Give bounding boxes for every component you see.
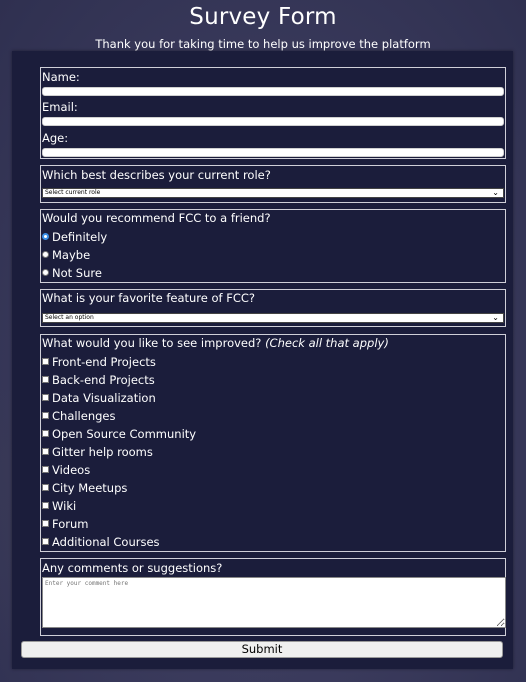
age-input[interactable] [42, 148, 504, 157]
checkbox[interactable] [42, 430, 49, 437]
name-input[interactable] [42, 87, 504, 96]
chevron-down-icon: ⌄ [492, 188, 499, 197]
recommend-option[interactable]: Not Sure [42, 265, 102, 281]
chevron-down-icon: ⌄ [492, 313, 499, 322]
checkbox[interactable] [42, 520, 49, 527]
email-input[interactable] [42, 117, 504, 126]
role-select-value: Select current role [45, 189, 101, 196]
improve-label-text: What would you like to see improved? [42, 336, 262, 350]
recommend-option[interactable]: Definitely [42, 229, 107, 245]
improve-option[interactable]: Videos [42, 462, 90, 478]
feature-group: What is your favorite feature of FCC? Se… [40, 289, 506, 327]
checkbox[interactable] [42, 502, 49, 509]
comments-label: Any comments or suggestions? [42, 561, 223, 575]
improve-option-label: Back-end Projects [52, 373, 155, 387]
role-select[interactable]: Select current role ⌄ [42, 188, 504, 198]
improve-label: What would you like to see improved? (Ch… [42, 336, 389, 350]
recommend-option-label: Not Sure [52, 266, 102, 280]
page-subtitle: Thank you for taking time to help us imp… [95, 37, 431, 51]
checkbox[interactable] [42, 412, 49, 419]
improve-option[interactable]: Wiki [42, 498, 76, 514]
improve-option-label: Data Visualization [52, 391, 156, 405]
improve-option[interactable]: City Meetups [42, 480, 127, 496]
checkbox[interactable] [42, 358, 49, 365]
improve-option[interactable]: Gitter help rooms [42, 444, 153, 460]
improve-option[interactable]: Back-end Projects [42, 372, 155, 388]
improve-hint: (Check all that apply) [265, 336, 389, 350]
checkbox[interactable] [42, 484, 49, 491]
role-group: Which best describes your current role? … [40, 165, 506, 203]
radio-button[interactable] [42, 251, 49, 258]
improve-option-label: Open Source Community [52, 427, 197, 441]
improve-option-label: Forum [52, 517, 89, 531]
recommend-option[interactable]: Maybe [42, 247, 90, 263]
recommend-group: Would you recommend FCC to a friend? Def… [40, 209, 506, 283]
improve-option-label: Front-end Projects [52, 355, 156, 369]
comments-group: Any comments or suggestions? [40, 558, 506, 636]
name-label: Name: [42, 70, 80, 84]
improve-option-label: City Meetups [52, 481, 128, 495]
personal-info-group: Name: Email: Age: [40, 67, 506, 159]
improve-group: What would you like to see improved? (Ch… [40, 334, 506, 552]
improve-option[interactable]: Challenges [42, 408, 116, 424]
improve-option[interactable]: Front-end Projects [42, 354, 156, 370]
recommend-option-label: Definitely [52, 230, 108, 244]
improve-option-label: Videos [52, 463, 91, 477]
improve-option-label: Challenges [52, 409, 116, 423]
feature-select-value: Select an option [45, 314, 94, 321]
radio-button[interactable] [42, 233, 49, 240]
improve-option[interactable]: Open Source Community [42, 426, 196, 442]
role-label: Which best describes your current role? [42, 168, 271, 182]
checkbox[interactable] [42, 376, 49, 383]
page-title: Survey Form [189, 4, 337, 30]
checkbox[interactable] [42, 448, 49, 455]
improve-option-label: Wiki [52, 499, 77, 513]
recommend-option-label: Maybe [52, 248, 91, 262]
improve-option[interactable]: Forum [42, 516, 88, 532]
checkbox[interactable] [42, 394, 49, 401]
survey-form: Name: Email: Age: Which best describes y… [12, 51, 513, 669]
improve-option-label: Gitter help rooms [52, 445, 153, 459]
checkbox[interactable] [42, 538, 49, 545]
feature-label: What is your favorite feature of FCC? [42, 291, 256, 305]
page-header: Survey Form Thank you for taking time to… [0, 0, 526, 51]
feature-select[interactable]: Select an option ⌄ [42, 313, 504, 323]
improve-option[interactable]: Data Visualization [42, 390, 156, 406]
checkbox[interactable] [42, 466, 49, 473]
improve-option-label: Additional Courses [52, 535, 160, 549]
age-label: Age: [42, 131, 69, 145]
recommend-label: Would you recommend FCC to a friend? [42, 211, 271, 225]
improve-option[interactable]: Additional Courses [42, 534, 160, 550]
comments-textarea[interactable] [42, 577, 506, 628]
submit-button[interactable]: Submit [21, 641, 503, 658]
radio-button[interactable] [42, 269, 49, 276]
email-label: Email: [42, 100, 78, 114]
